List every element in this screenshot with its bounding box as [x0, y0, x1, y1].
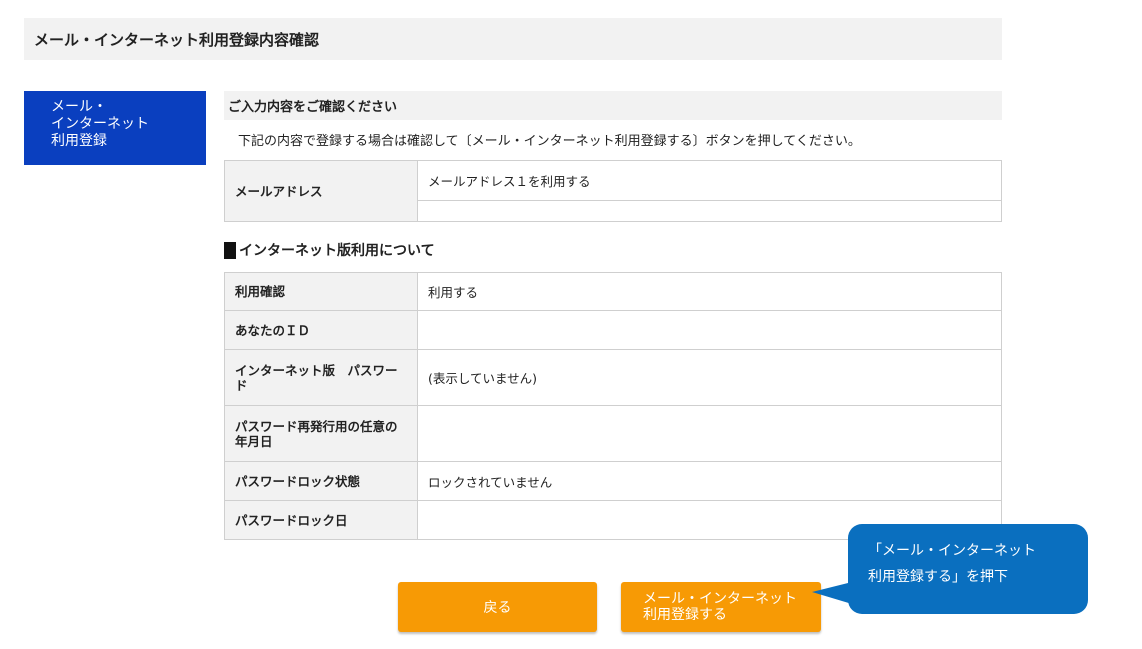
user-id-label: あなたのＩＤ — [224, 310, 418, 350]
usage-confirm-value: 利用する — [417, 272, 1002, 311]
table-row: あなたのＩＤ — [224, 310, 1002, 350]
sidebar-item-label-line-3: 利用登録 — [51, 133, 107, 149]
internet-section-heading-text: インターネット版利用について — [239, 243, 435, 259]
heading-marker-icon — [224, 241, 236, 259]
mail-address-table: メールアドレス メールアドレス１を利用する — [224, 160, 1002, 222]
usage-confirm-label: 利用確認 — [224, 272, 418, 311]
password-value: (表示していません) — [417, 349, 1002, 406]
register-button[interactable]: メール・インターネット 利用登録する — [621, 582, 821, 632]
back-button[interactable]: 戻る — [398, 582, 597, 632]
mail-address-value: メールアドレス１を利用する — [417, 160, 1002, 201]
callout-pointer — [812, 582, 852, 604]
table-row: パスワード再発行用の任意の年月日 — [224, 405, 1002, 462]
sidebar-item-mail-internet-registration[interactable]: メール・ インターネット 利用登録 — [24, 91, 206, 165]
user-id-value — [417, 310, 1002, 350]
sidebar-item-label-line-1: メール・ — [51, 99, 107, 115]
callout-line-2: 利用登録する」を押下 — [868, 569, 1008, 585]
password-label: インターネット版 パスワード — [224, 349, 418, 406]
reissue-date-label: パスワード再発行用の任意の年月日 — [224, 405, 418, 462]
mail-address-label: メールアドレス — [224, 160, 418, 222]
table-row: 利用確認 利用する — [224, 272, 1002, 311]
page-title: メール・インターネット利用登録内容確認 — [24, 18, 1002, 60]
table-row: インターネット版 パスワード (表示していません) — [224, 349, 1002, 406]
confirm-instruction: 下記の内容で登録する場合は確認して〔メール・インターネット利用登録する〕ボタンを… — [238, 134, 861, 149]
register-button-label-line-1: メール・インターネット — [643, 591, 797, 607]
mail-address-value-2 — [417, 200, 1002, 222]
table-row: パスワードロック状態 ロックされていません — [224, 461, 1002, 501]
confirm-heading: ご入力内容をご確認ください — [224, 91, 1002, 120]
internet-section-heading: インターネット版利用について — [224, 240, 435, 260]
password-lock-date-label: パスワードロック日 — [224, 500, 418, 540]
password-lock-status-label: パスワードロック状態 — [224, 461, 418, 501]
password-lock-status-value: ロックされていません — [417, 461, 1002, 501]
sidebar-item-label-line-2: インターネット — [51, 116, 149, 132]
callout-line-1: 「メール・インターネット — [868, 543, 1036, 559]
internet-settings-table: 利用確認 利用する あなたのＩＤ インターネット版 パスワード (表示していませ… — [224, 272, 1002, 540]
register-button-label-line-2: 利用登録する — [643, 607, 727, 623]
reissue-date-value — [417, 405, 1002, 462]
instruction-callout: 「メール・インターネット 利用登録する」を押下 — [848, 524, 1088, 614]
